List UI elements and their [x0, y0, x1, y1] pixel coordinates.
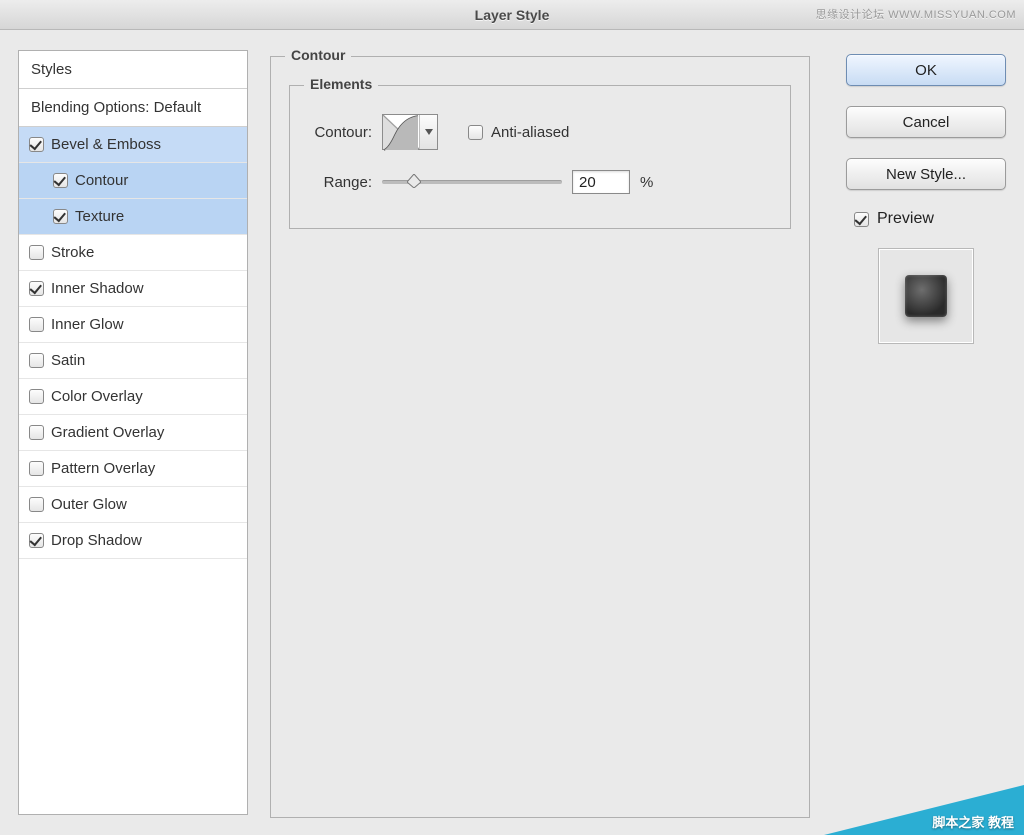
window-title: Layer Style [475, 7, 550, 23]
style-item-stroke[interactable]: Stroke [19, 235, 247, 271]
style-item-gradient-overlay[interactable]: Gradient Overlay [19, 415, 247, 451]
style-checkbox[interactable] [53, 209, 68, 224]
actions-panel: OK Cancel New Style... Preview [846, 50, 1006, 815]
style-checkbox[interactable] [53, 173, 68, 188]
style-item-satin[interactable]: Satin [19, 343, 247, 379]
style-item-color-overlay[interactable]: Color Overlay [19, 379, 247, 415]
styles-panel: Styles Blending Options: Default Bevel &… [18, 50, 248, 815]
new-style-button[interactable]: New Style... [846, 158, 1006, 190]
elements-group: Elements Contour: Anti-aliased [289, 85, 791, 229]
style-item-bevel-emboss[interactable]: Bevel & Emboss [19, 127, 247, 163]
range-label: Range: [302, 174, 372, 191]
style-item-contour[interactable]: Contour [19, 163, 247, 199]
style-item-label: Outer Glow [51, 496, 127, 513]
range-unit: % [640, 174, 653, 191]
preview-box [878, 248, 974, 344]
settings-panel: Contour Elements Contour: Anti-aliased [270, 50, 824, 815]
contour-picker[interactable] [382, 114, 438, 150]
style-item-label: Inner Glow [51, 316, 124, 333]
watermark-top: 思缘设计论坛 WWW.MISSYUAN.COM [816, 0, 1016, 30]
style-item-texture[interactable]: Texture [19, 199, 247, 235]
style-checkbox[interactable] [29, 317, 44, 332]
style-item-label: Color Overlay [51, 388, 143, 405]
style-item-label: Bevel & Emboss [51, 136, 161, 153]
style-checkbox[interactable] [29, 425, 44, 440]
contour-group-legend: Contour [285, 47, 351, 63]
contour-dropdown-button[interactable] [419, 115, 437, 149]
style-item-label: Pattern Overlay [51, 460, 155, 477]
slider-thumb[interactable] [407, 174, 421, 188]
style-item-inner-glow[interactable]: Inner Glow [19, 307, 247, 343]
style-checkbox[interactable] [29, 353, 44, 368]
contour-row: Contour: Anti-aliased [302, 114, 772, 150]
contour-curve-icon [383, 115, 419, 149]
ok-button[interactable]: OK [846, 54, 1006, 86]
style-item-label: Contour [75, 172, 128, 189]
style-item-label: Satin [51, 352, 85, 369]
style-item-drop-shadow[interactable]: Drop Shadow [19, 523, 247, 559]
style-item-label: Texture [75, 208, 124, 225]
cancel-button[interactable]: Cancel [846, 106, 1006, 138]
elements-group-legend: Elements [304, 76, 378, 92]
range-input[interactable] [572, 170, 630, 194]
style-item-inner-shadow[interactable]: Inner Shadow [19, 271, 247, 307]
preview-checkbox[interactable] [854, 212, 869, 227]
style-checkbox[interactable] [29, 137, 44, 152]
style-item-label: Drop Shadow [51, 532, 142, 549]
styles-header[interactable]: Styles [19, 51, 247, 89]
style-item-label: Gradient Overlay [51, 424, 164, 441]
preview-swatch [905, 275, 947, 317]
style-checkbox[interactable] [29, 245, 44, 260]
preview-label: Preview [877, 210, 934, 228]
style-checkbox[interactable] [29, 389, 44, 404]
blending-options-header[interactable]: Blending Options: Default [19, 89, 247, 127]
range-row: Range: % [302, 170, 772, 194]
contour-group: Contour Elements Contour: Anti-aliased [270, 56, 810, 818]
style-item-outer-glow[interactable]: Outer Glow [19, 487, 247, 523]
preview-toggle[interactable]: Preview [846, 210, 1006, 228]
dialog-body: Styles Blending Options: Default Bevel &… [0, 30, 1024, 835]
style-item-label: Stroke [51, 244, 94, 261]
style-checkbox[interactable] [29, 533, 44, 548]
style-checkbox[interactable] [29, 461, 44, 476]
style-item-pattern-overlay[interactable]: Pattern Overlay [19, 451, 247, 487]
chevron-down-icon [425, 129, 433, 135]
contour-label: Contour: [302, 124, 372, 141]
style-checkbox[interactable] [29, 281, 44, 296]
style-checkbox[interactable] [29, 497, 44, 512]
anti-aliased-group[interactable]: Anti-aliased [468, 124, 569, 141]
range-slider[interactable] [382, 173, 562, 191]
anti-aliased-label: Anti-aliased [491, 124, 569, 141]
style-item-label: Inner Shadow [51, 280, 144, 297]
anti-aliased-checkbox[interactable] [468, 125, 483, 140]
titlebar: Layer Style 思缘设计论坛 WWW.MISSYUAN.COM [0, 0, 1024, 30]
